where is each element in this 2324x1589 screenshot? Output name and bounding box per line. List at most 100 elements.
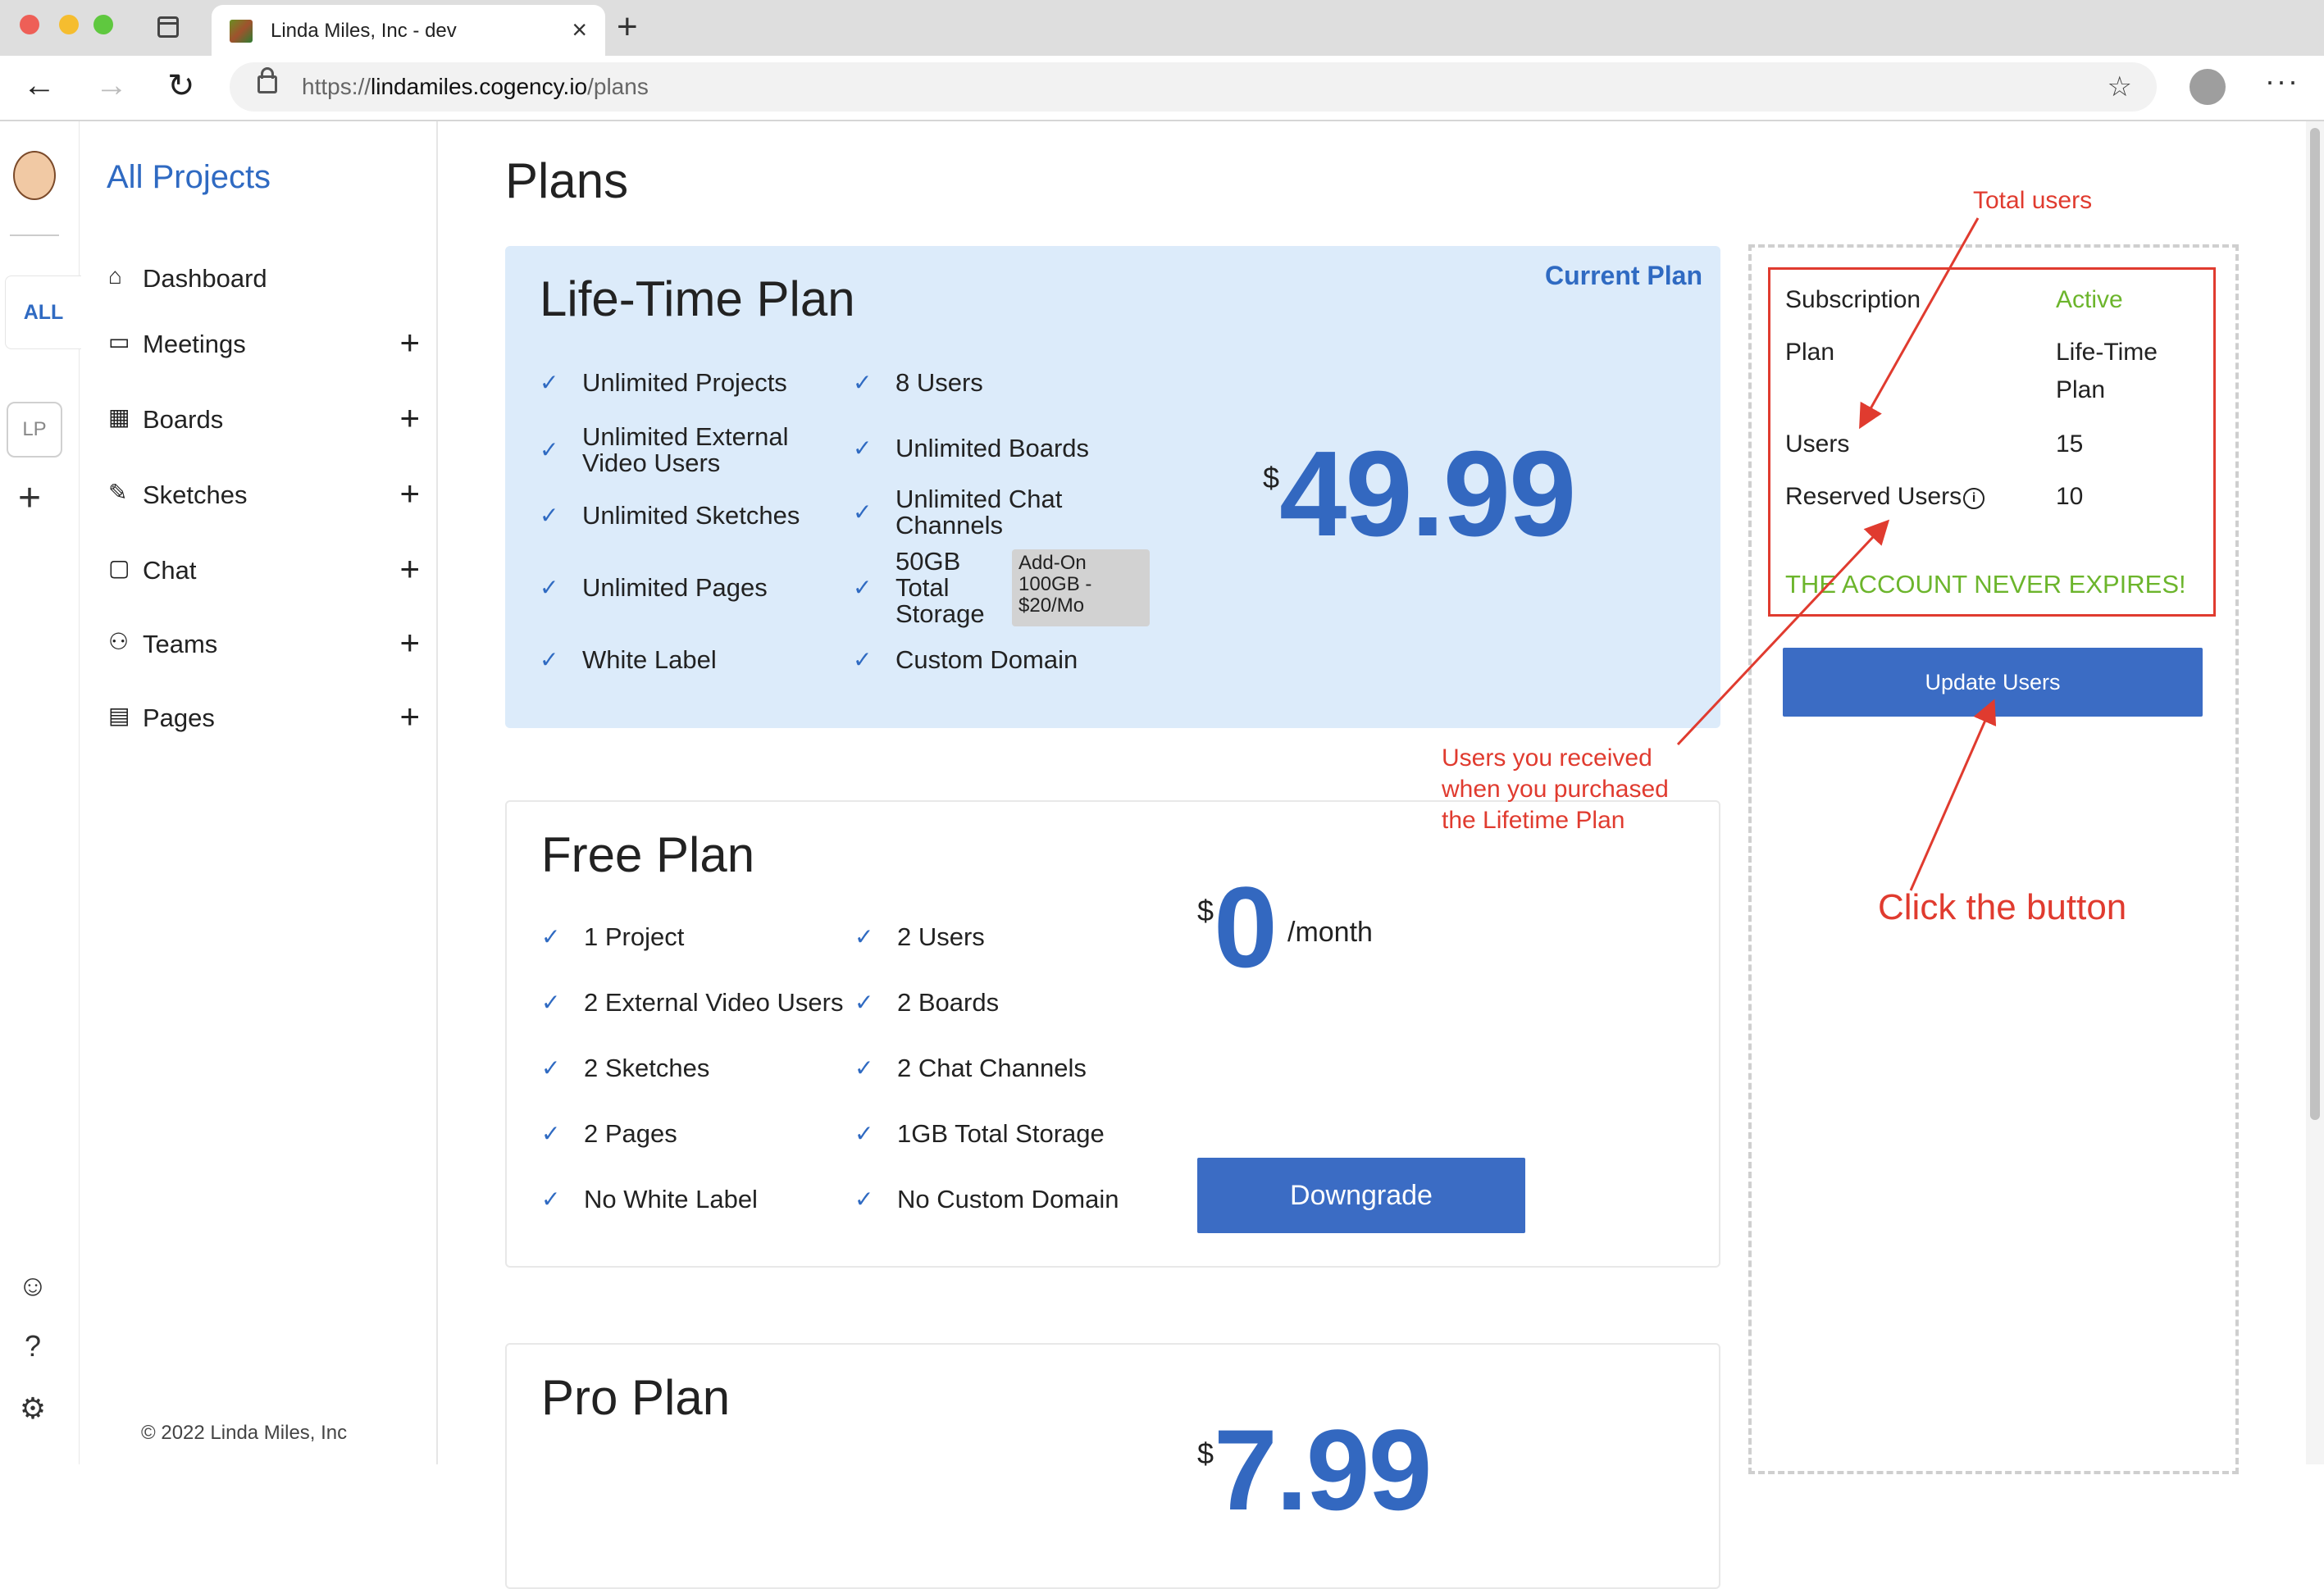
scrollbar-thumb[interactable]	[2310, 128, 2320, 1120]
plan-label: Plan	[1785, 339, 1835, 366]
currency-symbol: $	[1197, 894, 1214, 927]
check-icon: ✓	[541, 1055, 561, 1081]
sidebar-item-meetings[interactable]: ▭ Meetings +	[108, 323, 420, 364]
settings-gear-icon[interactable]: ⚙	[16, 1392, 49, 1425]
check-icon: ✓	[854, 1186, 874, 1212]
addon-line: $20/Mo	[1018, 594, 1085, 617]
check-icon: ✓	[541, 990, 561, 1015]
users-label: Users	[1785, 430, 1850, 458]
site-favicon-icon	[230, 20, 253, 43]
check-icon: ✓	[541, 924, 561, 949]
sidebar-item-label: Chat	[143, 556, 197, 585]
check-icon: ✓	[854, 1055, 874, 1081]
pro-plan-card: Pro Plan $ 7.99	[505, 1343, 1720, 1589]
annotation-line: when you purchased	[1442, 776, 1669, 803]
sidebar-item-label: Teams	[143, 630, 218, 658]
subscription-label: Subscription	[1785, 286, 1921, 313]
page-title: Plans	[505, 153, 629, 208]
browser-tab[interactable]: Linda Miles, Inc - dev ×	[212, 5, 605, 56]
check-icon: ✓	[541, 1121, 561, 1146]
sidebar-item-label: Pages	[143, 703, 215, 732]
maximize-window-button[interactable]	[93, 15, 113, 34]
home-icon: ⌂	[108, 263, 122, 289]
user-avatar[interactable]	[13, 151, 56, 200]
addon-line: Add-On	[1018, 552, 1087, 574]
favorite-star-icon[interactable]: ☆	[2108, 71, 2132, 103]
add-page-icon[interactable]: +	[399, 697, 420, 736]
free-plan-card: Free Plan ✓ 1 Project ✓ 2 External Video U…	[505, 800, 1720, 1268]
video-icon: ▭	[108, 329, 130, 354]
annotation-click-note: Click the button	[1878, 887, 2127, 927]
downgrade-button[interactable]: Downgrade	[1197, 1158, 1525, 1233]
annotation-line: Users you received	[1442, 744, 1652, 772]
support-face-icon[interactable]: ☺	[16, 1269, 49, 1302]
sidebar-item-teams[interactable]: ⚇ Teams +	[108, 623, 420, 664]
plan-price: 0	[1214, 863, 1278, 991]
storage-addon-badge: Add-On 100GB - $20/Mo	[1012, 549, 1150, 626]
check-icon: ✓	[540, 437, 559, 462]
plan-price: 7.99	[1214, 1405, 1432, 1534]
add-chat-icon[interactable]: +	[399, 549, 420, 589]
help-icon[interactable]: ?	[16, 1330, 49, 1363]
sketch-icon: ✎	[108, 480, 128, 505]
teams-icon: ⚇	[108, 629, 130, 654]
add-meeting-icon[interactable]: +	[399, 323, 420, 362]
close-tab-icon[interactable]: ×	[572, 15, 587, 45]
annotation-line: the Lifetime Plan	[1442, 807, 1625, 834]
update-users-button[interactable]: Update Users	[1783, 648, 2203, 717]
close-window-button[interactable]	[20, 15, 39, 34]
check-icon: ✓	[853, 499, 873, 525]
plan-value: Life-Time	[2056, 339, 2158, 366]
currency-symbol: $	[1197, 1436, 1214, 1470]
price-period: /month	[1287, 917, 1373, 948]
new-tab-button[interactable]: +	[617, 7, 638, 48]
sidebar-item-dashboard[interactable]: ⌂ Dashboard	[108, 257, 420, 298]
reserved-users-label: Reserved Users i	[1785, 483, 1985, 511]
tab-actions-icon[interactable]	[157, 16, 179, 38]
page-scrollbar[interactable]	[2306, 121, 2324, 1464]
add-team-icon[interactable]: +	[399, 623, 420, 662]
add-board-icon[interactable]: +	[399, 398, 420, 438]
forward-arrow-icon[interactable]: →	[95, 67, 128, 104]
back-arrow-icon[interactable]: ←	[23, 67, 56, 104]
project-badge-lp[interactable]: LP	[7, 402, 62, 458]
plan-name: Life-Time Plan	[540, 271, 855, 326]
chat-icon: ▢	[108, 555, 130, 581]
add-sketch-icon[interactable]: +	[399, 474, 420, 513]
all-projects-tab[interactable]: ALL	[5, 275, 81, 349]
url-field[interactable]: https://lindamiles.cogency.io/plans ☆	[230, 62, 2157, 112]
annotation-reserved-note: Users you received when you purchased th…	[1442, 743, 1669, 836]
minimize-window-button[interactable]	[59, 15, 79, 34]
sidebar-item-label: Dashboard	[143, 264, 267, 293]
sidebar: All Projects ⌂ Dashboard ▭ Meetings + ▦ …	[79, 121, 438, 1464]
sidebar-item-label: Boards	[143, 405, 224, 434]
tab-title: Linda Miles, Inc - dev	[271, 20, 457, 42]
sidebar-item-sketches[interactable]: ✎ Sketches +	[108, 474, 420, 515]
url-text: https://lindamiles.cogency.io/plans	[302, 74, 649, 99]
plan-value-continued: Plan	[2056, 376, 2106, 403]
project-rail: ALL LP + ☺ ? ⚙	[0, 121, 81, 1464]
sidebar-heading[interactable]: All Projects	[107, 159, 271, 196]
check-icon: ✓	[853, 647, 873, 672]
sidebar-item-chat[interactable]: ▢ Chat +	[108, 549, 420, 590]
check-icon: ✓	[540, 370, 559, 395]
sidebar-item-pages[interactable]: ▤ Pages +	[108, 697, 420, 738]
plan-price: 49.99	[1279, 426, 1576, 562]
sidebar-item-label: Meetings	[143, 330, 246, 358]
info-icon[interactable]: i	[1963, 488, 1985, 509]
reserved-users-value: 10	[2056, 483, 2084, 510]
users-value: 15	[2056, 430, 2084, 458]
address-bar: ← → ↻ https://lindamiles.cogency.io/plan…	[0, 56, 2324, 121]
profile-avatar-icon[interactable]	[2190, 69, 2226, 105]
add-project-icon[interactable]: +	[18, 476, 41, 521]
current-plan-badge: Current Plan	[1544, 261, 1702, 290]
check-icon: ✓	[853, 370, 873, 395]
subscription-summary: Subscription Active Plan Life-Time Plan …	[1768, 267, 2216, 617]
check-icon: ✓	[854, 924, 874, 949]
reload-icon[interactable]: ↻	[167, 67, 195, 105]
check-icon: ✓	[854, 1121, 874, 1146]
check-icon: ✓	[853, 575, 873, 600]
more-menu-icon[interactable]: ···	[2265, 64, 2299, 98]
currency-symbol: $	[1263, 461, 1280, 494]
sidebar-item-boards[interactable]: ▦ Boards +	[108, 398, 420, 439]
